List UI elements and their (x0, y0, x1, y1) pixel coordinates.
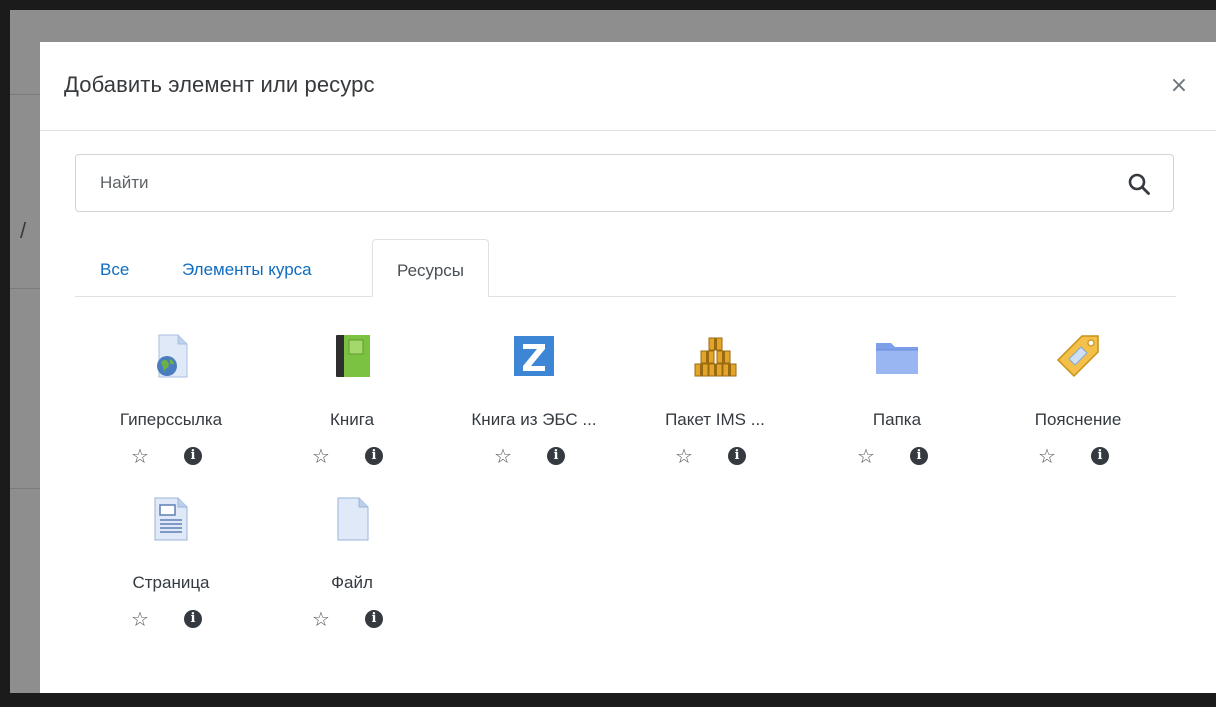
star-icon[interactable]: ☆ (1036, 445, 1058, 467)
info-icon[interactable]: i (184, 447, 202, 465)
star-icon[interactable]: ☆ (129, 608, 151, 630)
backdrop-divider (10, 488, 40, 489)
add-activity-modal: Добавить элемент или ресурс × Все Элемен… (40, 42, 1216, 693)
tab-activities[interactable]: Элементы курса (182, 239, 312, 296)
info-icon[interactable]: i (365, 610, 383, 628)
info-icon[interactable]: i (1091, 447, 1109, 465)
search-box (75, 154, 1174, 212)
star-icon[interactable]: ☆ (673, 445, 695, 467)
item-label: Файл (331, 573, 373, 592)
info-icon[interactable]: i (365, 447, 383, 465)
modal-title: Добавить элемент или ресурс (64, 72, 375, 97)
backdrop-divider (10, 94, 40, 95)
backdrop-divider (10, 288, 40, 289)
url-icon (147, 332, 195, 380)
info-icon[interactable]: i (184, 610, 202, 628)
item-label: Книга из ЭБС ... (471, 410, 597, 429)
star-icon[interactable]: ☆ (855, 445, 877, 467)
folder-icon (873, 332, 921, 380)
close-button[interactable]: × (1164, 70, 1194, 100)
item-label: Книга (329, 410, 375, 429)
search-input[interactable] (76, 155, 1173, 211)
star-icon[interactable]: ☆ (310, 445, 332, 467)
tab-bar: Все Элементы курса Ресурсы (75, 239, 1176, 297)
znanium-icon (510, 332, 558, 380)
tab-all[interactable]: Все (100, 239, 129, 296)
ims-package-icon (691, 332, 739, 380)
search-icon[interactable] (1127, 172, 1151, 196)
modal-header: Добавить элемент или ресурс × (40, 42, 1216, 131)
file-icon (328, 495, 376, 543)
label-tag-icon (1054, 332, 1102, 380)
item-label: Гиперссылка (119, 410, 223, 429)
info-icon[interactable]: i (547, 447, 565, 465)
info-icon[interactable]: i (910, 447, 928, 465)
item-label: Страница (132, 573, 210, 592)
item-label: Папка (872, 410, 922, 429)
tab-resources[interactable]: Ресурсы (372, 239, 490, 297)
book-icon (328, 332, 376, 380)
star-icon[interactable]: ☆ (310, 608, 332, 630)
page-bottom-strip (0, 693, 1216, 707)
backdrop-text: / (20, 218, 27, 243)
page-icon (147, 495, 195, 543)
item-label: Пояснение (1034, 410, 1122, 429)
star-icon[interactable]: ☆ (129, 445, 151, 467)
star-icon[interactable]: ☆ (492, 445, 514, 467)
item-label: Пакет IMS ... (665, 410, 765, 429)
info-icon[interactable]: i (728, 447, 746, 465)
